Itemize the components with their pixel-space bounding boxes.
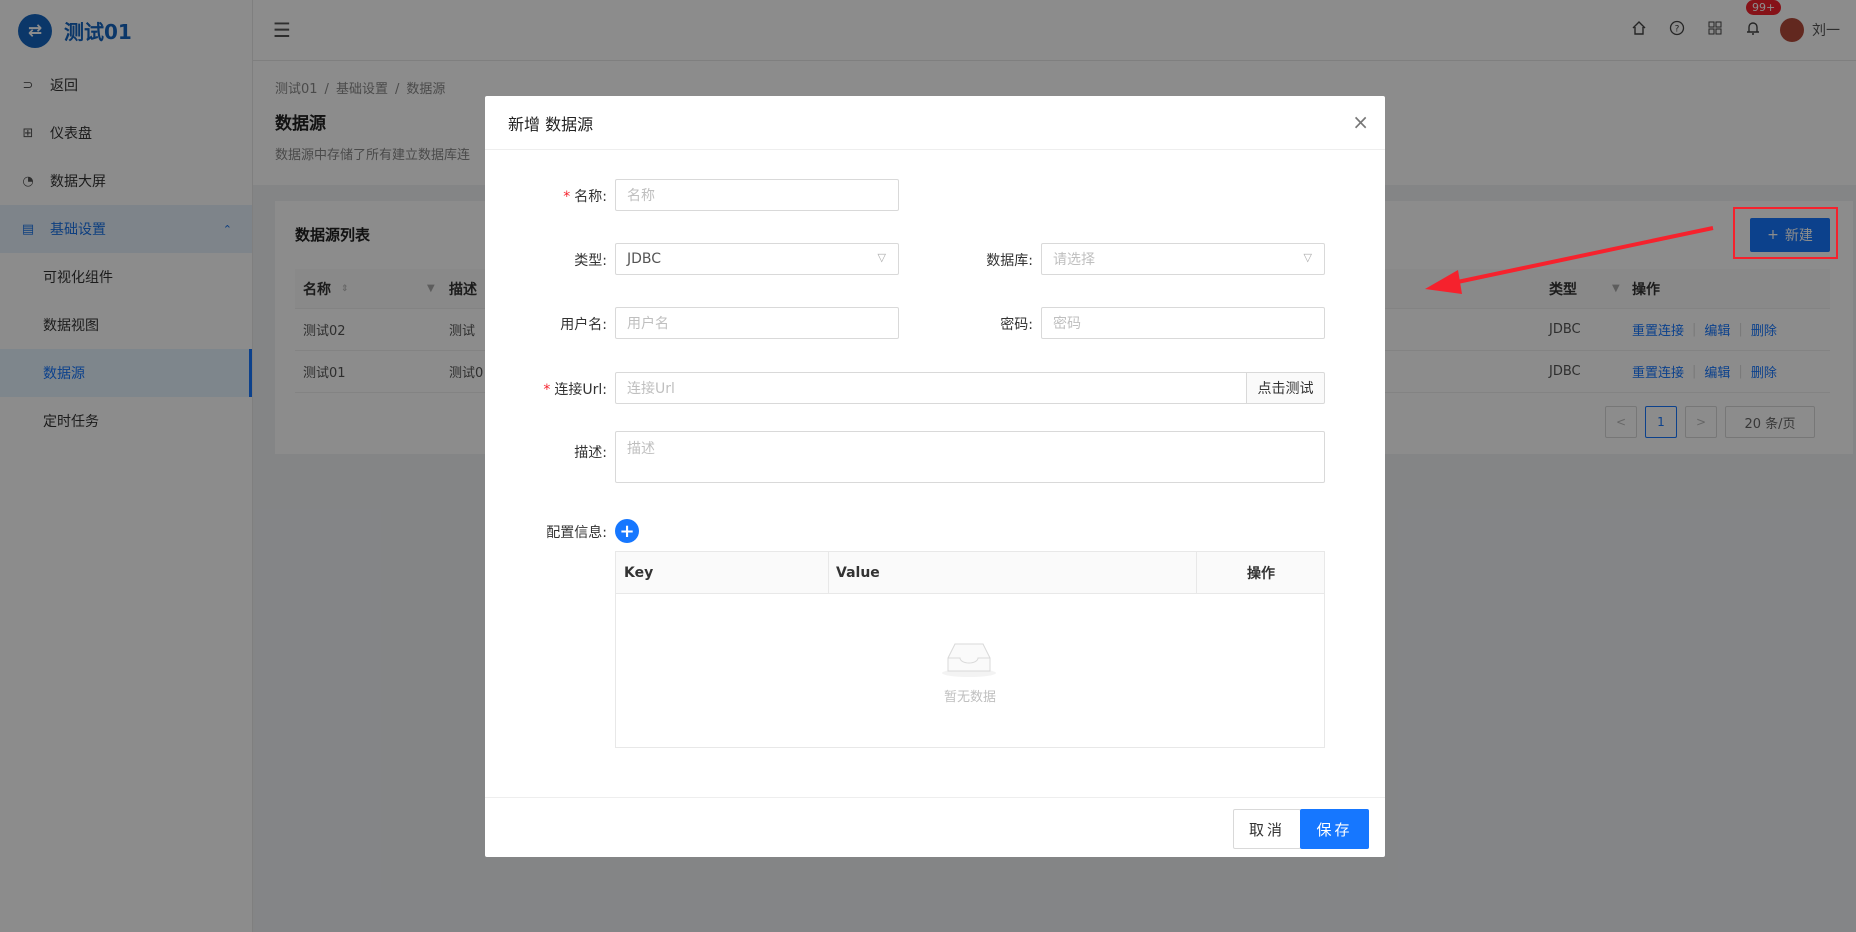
description-textarea[interactable]: 描述 (615, 431, 1325, 483)
config-table: Key Value 操作 暂无数据 (615, 551, 1325, 748)
password-input[interactable]: 密码 (1041, 307, 1325, 339)
config-table-header: Key Value 操作 (616, 552, 1324, 594)
name-input[interactable]: 名称 (615, 179, 899, 211)
type-select-value: JDBC (627, 251, 662, 267)
chevron-down-icon: ▽ (877, 251, 886, 264)
modal-footer: 取消 保存 (485, 797, 1385, 857)
config-label: 配置信息: (546, 525, 607, 541)
add-config-button[interactable]: + (615, 519, 639, 543)
password-label: 密码: (1000, 317, 1033, 333)
column-divider (828, 552, 829, 594)
cancel-button[interactable]: 取消 (1233, 809, 1301, 849)
modal-title: 新增 数据源 (485, 96, 1385, 150)
username-input[interactable]: 用户名 (615, 307, 899, 339)
close-icon[interactable]: × (1352, 110, 1369, 134)
save-button[interactable]: 保存 (1300, 809, 1369, 849)
username-label: 用户名: (560, 317, 607, 333)
url-label: * 连接Url: (543, 382, 607, 398)
type-label: 类型: (574, 253, 607, 269)
url-input[interactable]: 连接Url (615, 372, 1247, 404)
database-select[interactable]: 请选择 ▽ (1041, 243, 1325, 275)
description-label: 描述: (574, 445, 607, 461)
database-select-placeholder: 请选择 (1053, 252, 1095, 268)
empty-text: 暂无数据 (943, 690, 996, 705)
add-datasource-modal: 新增 数据源 × * 名称: 名称 类型: JDBC ▽ 数据库: 请选择 ▽ 用… (485, 96, 1385, 857)
column-header-actions: 操作 (1247, 566, 1275, 582)
column-header-value: Value (836, 565, 880, 581)
chevron-down-icon: ▽ (1303, 251, 1312, 264)
database-label: 数据库: (986, 253, 1033, 269)
test-connection-button[interactable]: 点击测试 (1246, 372, 1325, 404)
type-select[interactable]: JDBC ▽ (615, 243, 899, 275)
column-header-key: Key (624, 565, 654, 581)
annotation-highlight-box (1733, 207, 1838, 259)
name-label: * 名称: (563, 189, 607, 205)
empty-inbox-icon (942, 643, 996, 677)
